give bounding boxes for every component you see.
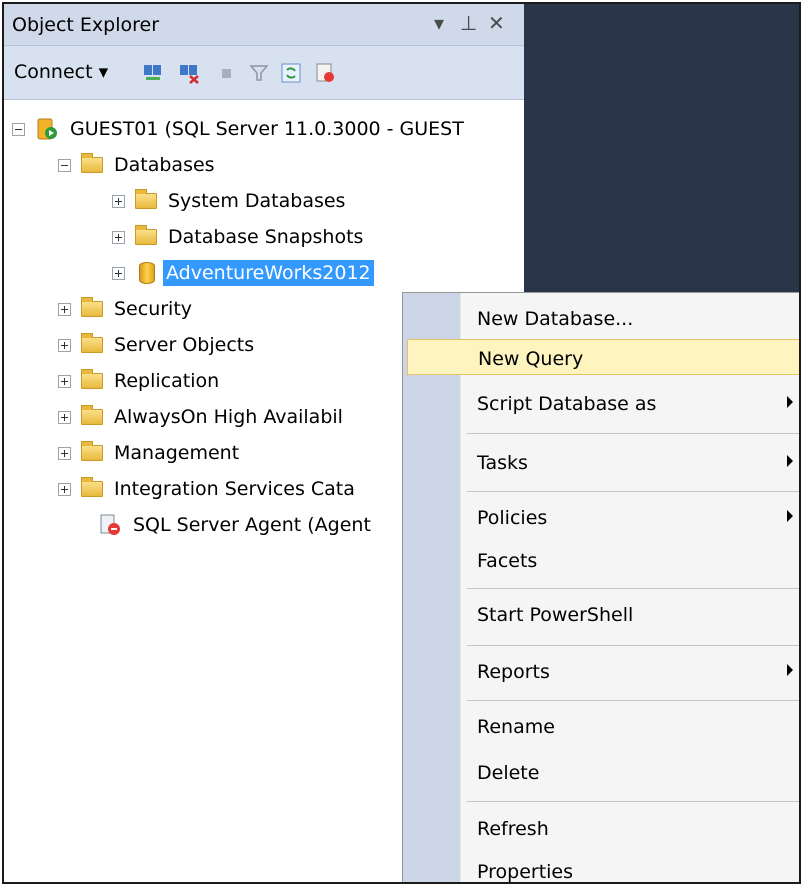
tree-label: System Databases xyxy=(168,190,346,212)
tree-node-sql-agent[interactable]: SQL Server Agent (Agent xyxy=(98,508,374,542)
folder-icon xyxy=(81,333,103,353)
menu-item-label: Facets xyxy=(477,550,538,572)
folder-icon xyxy=(81,297,103,317)
menu-item-start-powershell[interactable]: Start PowerShell xyxy=(407,596,799,632)
server-icon xyxy=(37,118,57,140)
menu-item-reports[interactable]: Reports xyxy=(407,653,799,689)
tree-node-management[interactable]: Management xyxy=(58,436,242,470)
pin-icon[interactable]: ⊥ xyxy=(460,11,477,35)
expand-icon[interactable] xyxy=(58,446,71,460)
folder-icon xyxy=(81,441,103,461)
menu-item-rename[interactable]: Rename xyxy=(407,708,799,744)
tree-label: Databases xyxy=(114,154,215,176)
tree-node-server[interactable]: GUEST01 (SQL Server 11.0.3000 - GUEST xyxy=(12,112,467,146)
dropdown-arrow-icon[interactable]: ▾ xyxy=(434,11,444,35)
menu-separator xyxy=(467,700,799,701)
menu-gutter xyxy=(403,293,461,882)
menu-separator xyxy=(467,433,799,434)
expand-icon[interactable] xyxy=(112,266,125,280)
tree-label: Management xyxy=(114,442,240,464)
tree-node-databases[interactable]: Databases xyxy=(58,148,218,182)
object-explorer-toolbar: Connect ▾ xyxy=(4,46,524,100)
connect-button[interactable]: Connect ▾ xyxy=(14,61,108,83)
tree-label: Security xyxy=(114,298,193,320)
tree-label: Replication xyxy=(114,370,220,392)
refresh-icon[interactable] xyxy=(280,62,302,84)
tree-node-database-snapshots[interactable]: Database Snapshots xyxy=(112,220,366,254)
expand-icon[interactable] xyxy=(58,410,71,424)
tree-label: Integration Services Cata xyxy=(114,478,355,500)
expand-icon[interactable] xyxy=(58,338,71,352)
object-explorer-titlebar: Object Explorer ▾ ⊥ ✕ xyxy=(4,4,524,46)
menu-item-delete[interactable]: Delete xyxy=(407,754,799,790)
menu-item-label: Properties xyxy=(477,861,574,883)
menu-separator xyxy=(467,801,799,802)
server-label: GUEST01 (SQL Server 11.0.3000 - GUEST xyxy=(70,118,464,140)
menu-item-label: Refresh xyxy=(477,818,549,840)
submenu-arrow-icon xyxy=(787,510,793,522)
collapse-icon[interactable] xyxy=(58,158,71,172)
menu-item-policies[interactable]: Policies xyxy=(407,499,799,535)
menu-item-new-database[interactable]: New Database... xyxy=(407,300,799,336)
expand-icon[interactable] xyxy=(58,482,71,496)
menu-item-label: Reports xyxy=(477,661,550,683)
menu-item-new-query[interactable]: New Query xyxy=(407,339,799,375)
expand-icon[interactable] xyxy=(112,194,125,208)
submenu-arrow-icon xyxy=(787,664,793,676)
menu-item-label: New Query xyxy=(478,348,584,370)
menu-item-label: Policies xyxy=(477,507,548,529)
tree-node-system-databases[interactable]: System Databases xyxy=(112,184,348,218)
tree-node-server-objects[interactable]: Server Objects xyxy=(58,328,257,362)
folder-icon xyxy=(135,189,157,209)
menu-item-label: Script Database as xyxy=(477,393,657,415)
menu-item-label: Start PowerShell xyxy=(477,604,634,626)
panel-title: Object Explorer xyxy=(12,14,160,36)
menu-item-label: Rename xyxy=(477,716,555,738)
menu-item-label: New Database... xyxy=(477,308,634,330)
tree-label: AlwaysOn High Availabil xyxy=(114,406,343,428)
menu-separator xyxy=(467,645,799,646)
folder-icon xyxy=(81,369,103,389)
sql-agent-icon xyxy=(100,514,120,535)
tree-node-replication[interactable]: Replication xyxy=(58,364,222,398)
folder-icon xyxy=(135,225,157,245)
stop-icon[interactable] xyxy=(216,62,238,84)
folder-icon xyxy=(81,153,103,173)
menu-item-refresh[interactable]: Refresh xyxy=(407,810,799,846)
folder-icon xyxy=(81,477,103,497)
tree-label: Server Objects xyxy=(114,334,255,356)
menu-item-facets[interactable]: Facets xyxy=(407,542,799,578)
ssms-window: Object Explorer ▾ ⊥ ✕ Connect ▾ GUEST01 … xyxy=(2,2,801,884)
tree-label-selected: AdventureWorks2012 xyxy=(163,260,374,286)
expand-icon[interactable] xyxy=(58,374,71,388)
menu-item-label: Tasks xyxy=(477,452,528,474)
tree-node-alwayson[interactable]: AlwaysOn High Availabil xyxy=(58,400,346,434)
menu-item-label: Delete xyxy=(477,762,540,784)
expand-icon[interactable] xyxy=(58,302,71,316)
database-icon xyxy=(139,262,155,284)
submenu-arrow-icon xyxy=(787,396,793,408)
menu-separator xyxy=(467,491,799,492)
context-menu: New Database... New Query Script Databas… xyxy=(402,292,799,883)
submenu-arrow-icon xyxy=(787,455,793,467)
expand-icon[interactable] xyxy=(112,230,125,244)
close-icon[interactable]: ✕ xyxy=(488,11,505,35)
activity-monitor-icon[interactable] xyxy=(314,62,336,84)
tree-node-adventureworks[interactable]: AdventureWorks2012 xyxy=(112,256,374,290)
tree-label: Database Snapshots xyxy=(168,226,364,248)
tree-node-integration-services[interactable]: Integration Services Cata xyxy=(58,472,358,506)
filter-icon[interactable] xyxy=(248,62,270,84)
folder-icon xyxy=(81,405,103,425)
disconnect-icon[interactable] xyxy=(178,62,200,84)
menu-item-properties[interactable]: Properties xyxy=(407,853,799,883)
collapse-icon[interactable] xyxy=(12,122,25,136)
menu-separator xyxy=(467,588,799,589)
connect-object-explorer-icon[interactable] xyxy=(142,62,164,84)
tree-node-security[interactable]: Security xyxy=(58,292,195,326)
menu-item-script-database-as[interactable]: Script Database as xyxy=(407,385,799,421)
tree-label: SQL Server Agent (Agent xyxy=(133,514,371,536)
menu-item-tasks[interactable]: Tasks xyxy=(407,444,799,480)
